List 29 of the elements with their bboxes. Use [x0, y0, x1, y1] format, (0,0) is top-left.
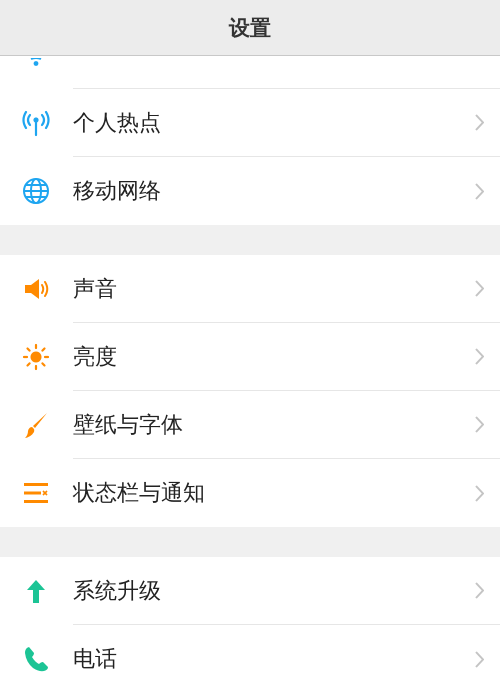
item-label: 个人热点 [73, 110, 162, 138]
item-label: 电话 [73, 646, 118, 674]
chevron-icon [475, 650, 484, 668]
chevron-icon [475, 348, 484, 365]
settings-item[interactable]: 状态栏与通知 [0, 459, 500, 527]
settings-item[interactable]: 系统升级 [0, 557, 500, 625]
item-label: 声音 [73, 276, 118, 304]
chevron-icon [475, 182, 484, 200]
chevron-icon [475, 484, 484, 502]
item-label: 状态栏与通知 [73, 480, 206, 508]
chevron-icon [475, 416, 484, 433]
item-label: 亮度 [73, 344, 118, 372]
item-label: 移动网络 [73, 178, 162, 206]
settings-item[interactable]: 壁纸与字体 [0, 391, 500, 459]
settings-item[interactable]: 声音 [0, 255, 500, 323]
globe-icon [22, 177, 50, 205]
settings-item[interactable]: 亮度 [0, 323, 500, 391]
settings-item[interactable]: 移动网络 [0, 157, 500, 225]
settings-item[interactable]: 个人热点 [0, 89, 500, 157]
chevron-icon [475, 582, 484, 599]
chevron-icon [475, 114, 484, 131]
settings-item[interactable]: 电话 [0, 625, 500, 693]
header-title: 设置 [229, 14, 271, 42]
item-label: 系统升级 [73, 578, 162, 606]
antenna-icon [22, 109, 50, 137]
wifi-icon [30, 58, 42, 66]
sun-icon [22, 343, 50, 371]
chevron-icon [475, 280, 484, 297]
item-label: 壁纸与字体 [73, 412, 184, 440]
